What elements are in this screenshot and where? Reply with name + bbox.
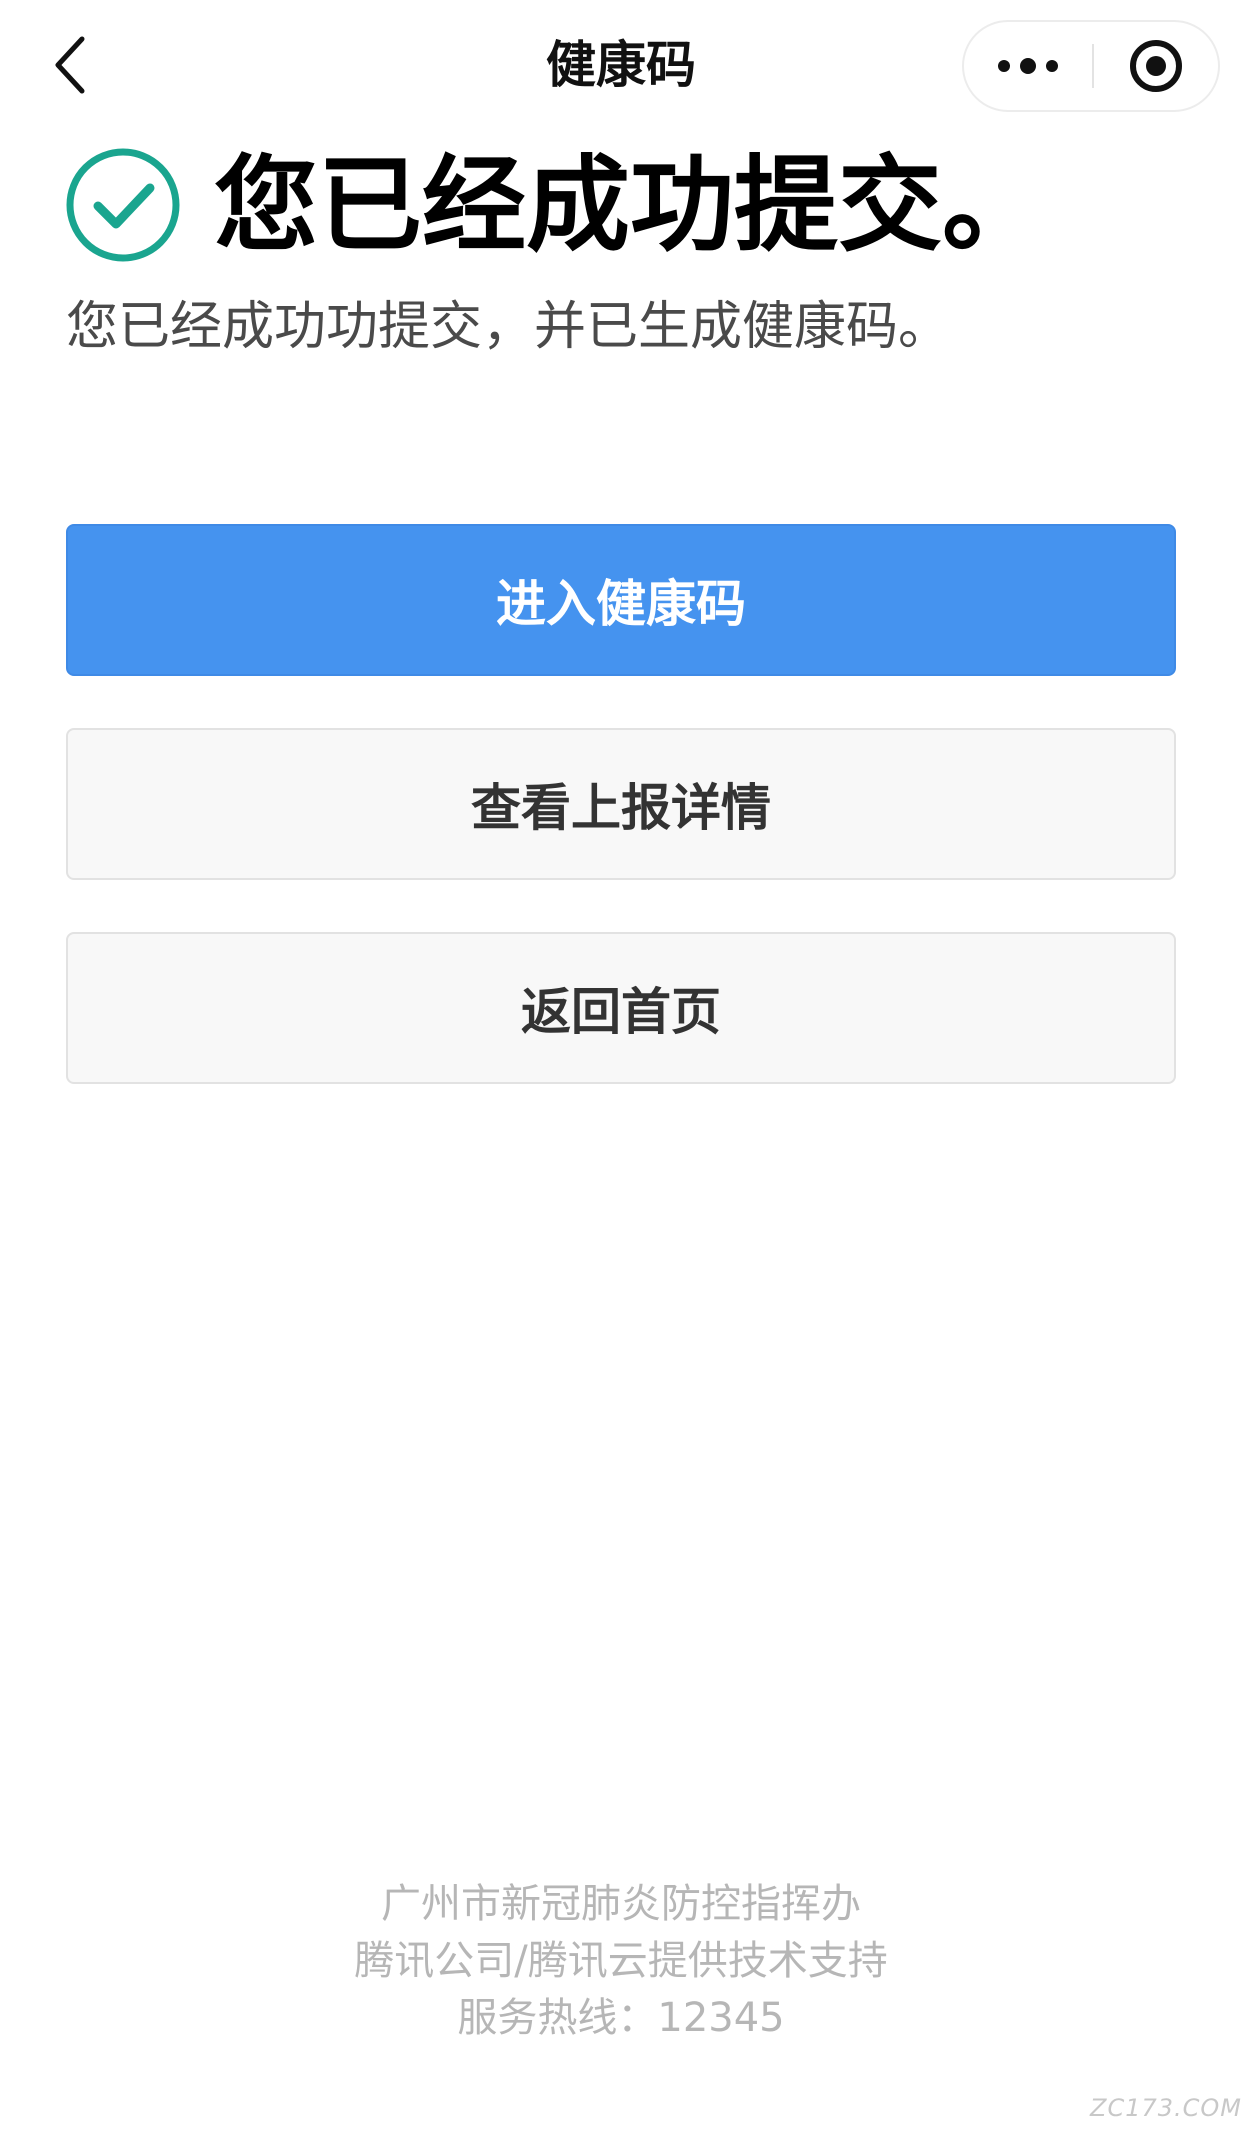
more-button[interactable]	[964, 22, 1092, 110]
enter-health-code-button[interactable]: 进入健康码	[66, 524, 1176, 676]
page: 健康码 您已经成功提交。 您已经成功功提交，并已生成健康码。 进入健康码 查看上…	[0, 0, 1242, 2148]
view-report-details-button[interactable]: 查看上报详情	[66, 728, 1176, 880]
more-dots-icon	[998, 58, 1058, 74]
mini-program-capsule	[962, 20, 1220, 112]
footer-organization: 广州市新冠肺炎防控指挥办	[381, 1881, 861, 1927]
result-title: 您已经成功提交。	[214, 144, 1047, 266]
footer: 广州市新冠肺炎防控指挥办 腾讯公司/腾讯云提供技术支持 服务热线：12345	[0, 1876, 1242, 2047]
close-button[interactable]	[1094, 22, 1218, 110]
footer-tech-support: 腾讯公司/腾讯云提供技术支持	[354, 1938, 888, 1984]
footer-hotline: 服务热线：12345	[457, 1995, 785, 2041]
result-description: 您已经成功功提交，并已生成健康码。	[66, 297, 951, 357]
check-circle-icon	[66, 148, 180, 262]
nav-bar: 健康码	[0, 0, 1242, 130]
target-circle-icon	[1130, 40, 1182, 92]
watermark: ZC173.COM	[1090, 2094, 1242, 2122]
back-home-button[interactable]: 返回首页	[66, 932, 1176, 1084]
